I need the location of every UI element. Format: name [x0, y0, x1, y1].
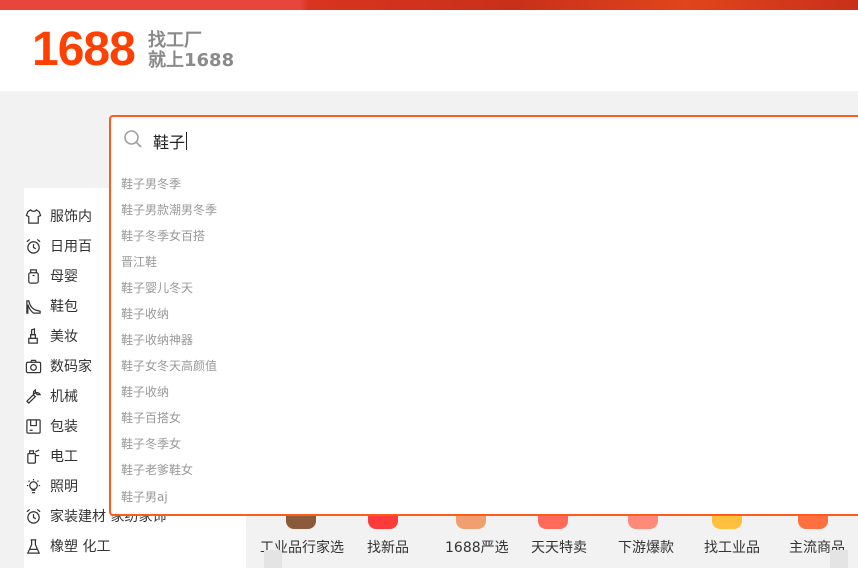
channel-link[interactable]: 1688严选	[445, 537, 509, 557]
suggestion-item[interactable]: 鞋子收纳	[121, 383, 169, 400]
package-icon	[24, 417, 42, 435]
category-item-daily-goods[interactable]: 日用百	[24, 235, 92, 257]
slogan-line-2: 就上1688	[148, 50, 235, 71]
category-label: 服饰内	[50, 209, 92, 225]
shirt-icon	[24, 207, 42, 225]
baby-bottle-icon	[24, 267, 42, 285]
category-label: 数码家	[50, 359, 92, 375]
channel-link[interactable]: 下游爆款	[618, 537, 674, 557]
channel-link[interactable]: 天天特卖	[531, 537, 587, 557]
category-label: 母婴	[50, 269, 78, 285]
scroll-right-arrow[interactable]	[830, 550, 848, 568]
category-item-apparel[interactable]: 服饰内	[24, 205, 92, 227]
suggestion-item[interactable]: 鞋子收纳	[121, 305, 169, 322]
header: 1688 找工厂 就上1688	[0, 10, 858, 91]
category-label: 机械	[50, 389, 78, 405]
category-item-rubber-chemical[interactable]: 橡塑 化工	[24, 535, 110, 557]
text-caret	[186, 132, 188, 150]
category-item-electrical[interactable]: 电工	[24, 445, 78, 467]
category-item-digital[interactable]: 数码家	[24, 355, 92, 377]
suggestion-item[interactable]: 鞋子百搭女	[121, 409, 181, 426]
channel-nav: 工业品行家选 找新品 1688严选 天天特卖 下游爆款 找工业品 主流商品	[246, 515, 858, 568]
suggestion-item[interactable]: 晋江鞋	[121, 253, 157, 270]
light-bulb-icon	[24, 477, 42, 495]
suggestion-item[interactable]: 鞋子男aj	[121, 488, 168, 505]
category-label: 鞋包	[50, 299, 78, 315]
search-input[interactable]: 鞋子	[153, 129, 188, 153]
channel-thumb	[286, 515, 316, 529]
category-item-lighting[interactable]: 照明	[24, 475, 78, 497]
channel-thumb	[628, 515, 658, 529]
suggestion-item[interactable]: 鞋子收纳神器	[121, 331, 193, 348]
lipstick-icon	[24, 327, 42, 345]
category-item-baby[interactable]: 母婴	[24, 265, 78, 287]
channel-thumb	[798, 515, 828, 529]
search-box[interactable]: 鞋子	[123, 129, 188, 153]
category-label: 包装	[50, 419, 78, 435]
alarm-clock-icon	[24, 507, 42, 525]
suggestion-item[interactable]: 鞋子男冬季	[121, 175, 181, 192]
top-banner-strip	[0, 0, 858, 10]
camera-icon	[24, 357, 42, 375]
category-item-shoes-bags[interactable]: 鞋包	[24, 295, 78, 317]
channel-thumb	[538, 515, 568, 529]
high-heel-icon	[24, 297, 42, 315]
electrical-icon	[24, 447, 42, 465]
category-label: 美妆	[50, 329, 78, 345]
slogan-line-1: 找工厂	[148, 30, 202, 51]
category-item-machinery[interactable]: 机械	[24, 385, 78, 407]
category-label: 橡塑 化工	[50, 539, 111, 555]
alarm-clock-icon	[24, 237, 42, 255]
search-icon	[123, 129, 143, 153]
scroll-left-arrow[interactable]	[264, 550, 282, 568]
search-suggestion-dropdown: 鞋子 鞋子男冬季 鞋子男款潮男冬季 鞋子冬季女百搭 晋江鞋 鞋子婴儿冬天 鞋子收…	[109, 115, 858, 516]
wrench-icon	[24, 387, 42, 405]
channel-thumb	[368, 515, 398, 529]
suggestion-item[interactable]: 鞋子婴儿冬天	[121, 279, 193, 296]
search-query: 鞋子	[153, 133, 186, 152]
suggestion-item[interactable]: 鞋子老爹鞋女	[121, 461, 193, 478]
category-label: 照明	[50, 479, 78, 495]
suggestion-item[interactable]: 鞋子冬季女	[121, 435, 181, 452]
channel-thumb	[456, 515, 486, 529]
category-label: 电工	[50, 449, 78, 465]
suggestion-item[interactable]: 鞋子男款潮男冬季	[121, 201, 217, 218]
slogan: 找工厂 就上1688	[148, 31, 234, 71]
category-item-beauty[interactable]: 美妆	[24, 325, 78, 347]
channel-link[interactable]: 找新品	[367, 537, 409, 557]
site-logo[interactable]: 1688	[32, 24, 136, 76]
category-item-packaging[interactable]: 包装	[24, 415, 78, 437]
channel-thumb	[712, 515, 742, 529]
channel-link[interactable]: 找工业品	[704, 537, 760, 557]
suggestion-item[interactable]: 鞋子冬季女百搭	[121, 227, 205, 244]
suggestion-item[interactable]: 鞋子女冬天高颜值	[121, 357, 217, 374]
category-label: 日用百	[50, 239, 92, 255]
flask-icon	[24, 537, 42, 555]
